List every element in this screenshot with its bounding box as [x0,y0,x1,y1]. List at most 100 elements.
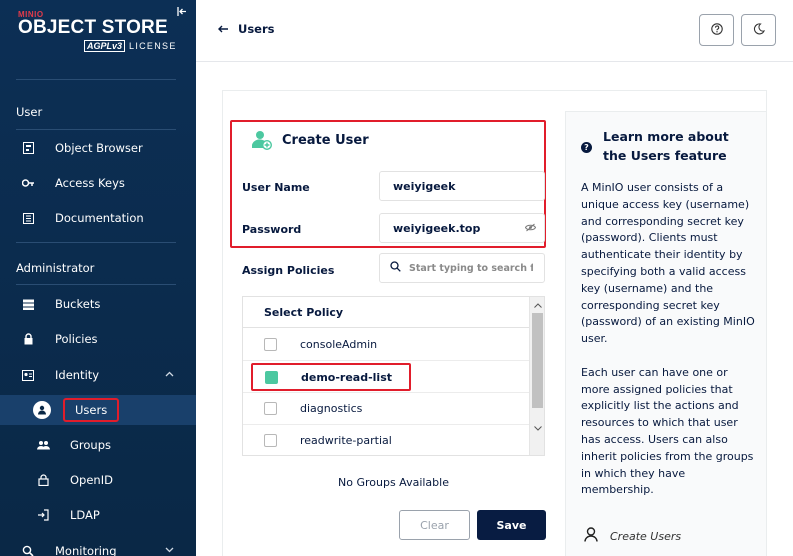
logo-product: OBJECT STORE [18,17,168,38]
sidebar-item-buckets[interactable]: Buckets [0,289,196,319]
sidebar-item-monitoring[interactable]: Monitoring [0,536,196,556]
sidebar-divider [16,284,176,285]
access-keys-icon [21,176,35,190]
policy-name: demo-read-list [301,370,393,384]
policy-checkbox[interactable] [264,434,277,447]
monitoring-icon [21,544,35,556]
sidebar-item-groups[interactable]: Groups [0,430,196,460]
back-link[interactable]: Users [218,22,275,36]
back-link-label: Users [238,22,275,36]
sidebar-item-policies[interactable]: Policies [0,324,196,354]
object-browser-icon [21,141,35,155]
policy-search-input[interactable] [379,253,545,283]
user-outline-icon [584,527,598,545]
username-input[interactable]: weiyigeek [379,171,545,201]
password-label: Password [242,223,302,236]
openid-lock-icon [36,473,50,487]
scroll-down-icon[interactable] [530,421,544,435]
sidebar-item-identity[interactable]: Identity [0,360,196,390]
sidebar-item-label: Monitoring [55,544,117,556]
policy-row[interactable]: consoleAdmin [243,329,531,361]
documentation-icon [21,211,35,225]
moon-icon [753,22,765,38]
sidebar-item-label: OpenID [70,473,113,487]
sidebar-item-access-keys[interactable]: Access Keys [0,168,196,198]
scroll-up-icon[interactable] [530,298,544,312]
page-header: Users [196,0,793,62]
create-user-section: Create User User Name weiyigeek Password… [230,120,546,248]
help-paragraph: Each user can have one or more assigned … [581,365,754,497]
policy-row-selected[interactable]: demo-read-list [251,363,411,391]
policies-lock-icon [21,332,35,346]
sidebar-item-label: Policies [55,332,98,346]
sidebar-item-object-browser[interactable]: Object Browser [0,133,196,163]
save-button[interactable]: Save [477,510,546,540]
create-users-link-label: Create Users [610,529,682,543]
dark-mode-toggle[interactable] [741,14,776,46]
sidebar-item-ldap[interactable]: LDAP [0,500,196,530]
sidebar-divider [16,242,176,243]
policy-table-header: Select Policy [243,297,531,328]
sidebar-item-label: Buckets [55,297,101,311]
sidebar-item-openid[interactable]: OpenID [0,465,196,495]
sidebar-item-label: Groups [70,438,112,452]
create-user-title: Create User [251,130,369,151]
help-text: A MinIO user consists of a unique access… [581,180,756,499]
username-value: weiyigeek [393,179,456,193]
section-user-title: User [16,105,43,119]
password-value: weiyigeek.top [393,221,481,235]
minio-logo[interactable]: MINIO OBJECT STORE AGPLv3 LICENSE [18,10,178,52]
scrollbar-thumb[interactable] [532,313,543,408]
sidebar-item-label: Access Keys [55,176,125,190]
policy-name: readwrite-partial [300,434,392,447]
sidebar-item-label: LDAP [70,508,100,522]
question-icon: ? [581,142,592,153]
eye-slash-icon[interactable] [524,223,537,235]
chevron-down-icon[interactable] [165,546,174,556]
sidebar-item-label: Object Browser [55,141,143,155]
password-input[interactable]: weiyigeek.top [379,213,545,243]
sidebar-divider [16,129,176,130]
sidebar-item-label: Documentation [55,211,144,225]
sidebar-item-label: Identity [55,368,100,382]
collapse-sidebar-icon[interactable] [177,6,188,20]
help-paragraph: A MinIO user consists of a unique access… [581,181,755,346]
help-title: Learn more about the Users feature [603,129,729,163]
help-box: ? Learn more about the Users feature A M… [565,111,767,556]
main-content: Create User User Name weiyigeek Password… [196,63,793,556]
policy-checkbox[interactable] [264,402,277,415]
create-user-title-text: Create User [282,132,369,148]
username-label: User Name [242,181,310,194]
logo-license: AGPLv3 LICENSE [84,40,178,52]
section-administrator-title: Administrator [16,261,95,275]
sidebar: MINIO OBJECT STORE AGPLv3 LICENSE User O… [0,0,196,556]
clear-button[interactable]: Clear [399,510,470,540]
no-groups-message: No Groups Available [338,476,449,489]
policy-checkbox-checked[interactable] [265,370,278,384]
help-button[interactable] [699,14,734,46]
sidebar-item-users[interactable]: Users [0,395,196,425]
back-arrow-icon [218,22,228,36]
ldap-login-icon [36,508,50,522]
groups-icon [36,438,50,452]
logo-license-text: LICENSE [129,41,177,51]
user-add-icon [251,130,273,151]
policy-name: diagnostics [300,402,363,415]
assign-policies-label: Assign Policies [242,264,335,277]
policy-row[interactable]: readwrite-partial [243,425,531,455]
create-users-link[interactable]: Create Users [584,527,681,545]
sidebar-item-documentation[interactable]: Documentation [0,203,196,233]
buckets-icon [21,297,35,311]
policy-table-scrollbar[interactable] [529,297,544,455]
user-icon [33,401,51,419]
chevron-up-icon[interactable] [165,370,174,380]
sidebar-divider [16,79,176,80]
policy-search-field[interactable] [409,262,533,274]
policy-name: consoleAdmin [300,338,378,351]
policy-table: Select Policy consoleAdmin demo-read-lis… [242,296,545,456]
policy-checkbox[interactable] [264,338,277,351]
policy-row[interactable]: diagnostics [243,393,531,425]
logo-agpl: AGPLv3 [84,40,126,52]
identity-icon [21,368,35,382]
sidebar-item-label: Users [63,398,120,422]
